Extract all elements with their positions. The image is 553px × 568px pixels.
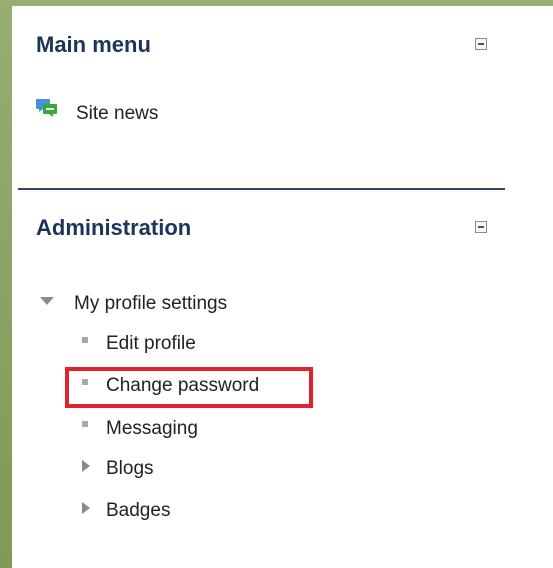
tree-item-messaging[interactable]: Messaging <box>106 418 198 440</box>
minus-icon <box>478 226 484 228</box>
tree-item-badges[interactable]: Badges <box>106 500 170 522</box>
administration-title: Administration <box>36 215 192 240</box>
tree-item-blogs[interactable]: Blogs <box>106 458 154 480</box>
collapsed-triangle-icon[interactable] <box>82 502 90 514</box>
tree-item-edit-profile[interactable]: Edit profile <box>106 333 196 355</box>
tree-node-my-profile-settings[interactable]: My profile settings <box>74 293 227 315</box>
expanded-triangle-icon[interactable] <box>40 297 54 305</box>
sidebar-panel: Main menu Site news Administration My pr… <box>12 6 553 568</box>
collapsed-triangle-icon[interactable] <box>82 460 90 472</box>
administration-block: Administration My profile settings Edit … <box>12 6 553 568</box>
tree-item-change-password[interactable]: Change password <box>106 375 259 397</box>
administration-collapse-icon[interactable] <box>475 221 487 233</box>
bullet-icon <box>82 337 88 343</box>
bullet-icon <box>82 421 88 427</box>
bullet-icon <box>82 379 88 385</box>
